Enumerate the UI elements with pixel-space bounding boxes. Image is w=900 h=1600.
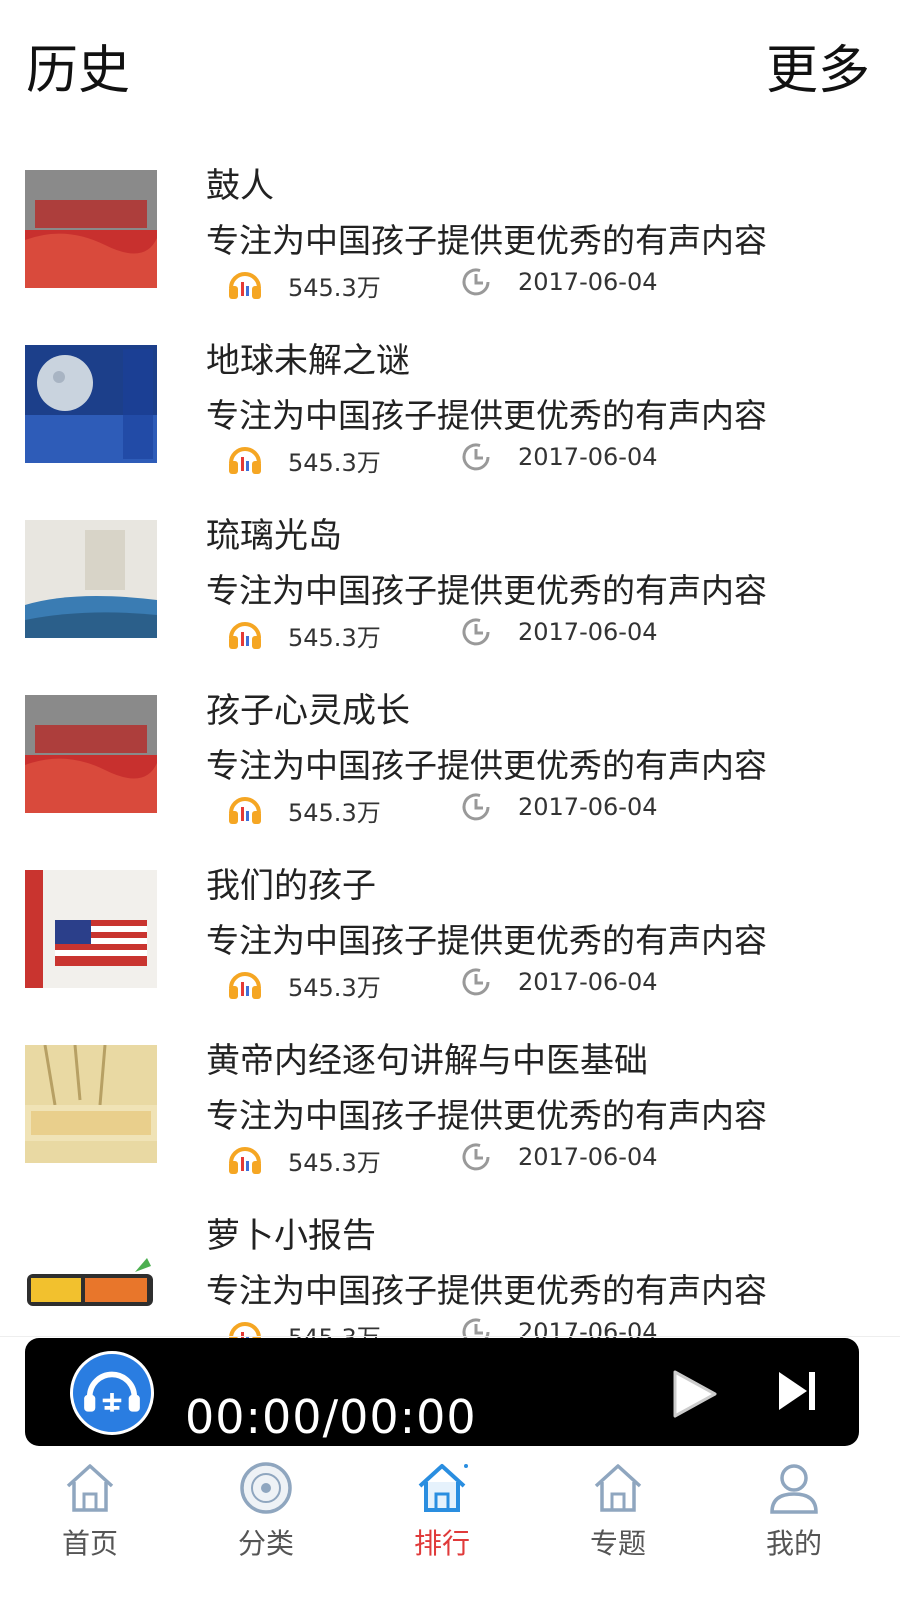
user-icon	[770, 1464, 818, 1514]
item-meta: 545.3万 2017-06-04	[226, 264, 786, 304]
headphones-icon	[229, 1147, 261, 1174]
headphones-book-icon	[84, 1371, 140, 1412]
play-count: 545.3万	[288, 449, 381, 477]
headphones-icon	[229, 272, 261, 299]
item-title: 孩子心灵成长	[206, 691, 410, 731]
item-title: 琉璃光岛	[206, 516, 342, 556]
header: 历史 更多	[0, 0, 900, 120]
more-button[interactable]: 更多	[766, 28, 870, 103]
play-count: 545.3万	[288, 974, 381, 1002]
headphones-icon	[229, 797, 261, 824]
bottom-tab-bar: 首页 分类 排行 专题 我的	[0, 1450, 900, 1600]
home-icon	[594, 1464, 642, 1512]
next-track-button[interactable]	[773, 1368, 819, 1414]
clock-icon	[462, 443, 490, 471]
list-item[interactable]: 地球未解之谜 专注为中国孩子提供更优秀的有声内容 545.3万 2017-06-…	[0, 325, 900, 500]
tab-home[interactable]: 首页	[0, 1450, 180, 1600]
tab-ranking[interactable]: 排行	[352, 1450, 532, 1600]
cover-image	[25, 345, 157, 463]
play-count: 545.3万	[288, 799, 381, 827]
list-item[interactable]: 我们的孩子 专注为中国孩子提供更优秀的有声内容 545.3万 2017-06-0…	[0, 850, 900, 1025]
divider	[0, 1336, 900, 1337]
item-title: 萝卜小报告	[206, 1216, 376, 1256]
clock-icon	[462, 1143, 490, 1171]
cover-image	[25, 1045, 157, 1163]
cover-image	[25, 520, 157, 638]
disc-icon	[240, 1462, 292, 1514]
headphones-icon	[229, 447, 261, 474]
tab-topics[interactable]: 专题	[528, 1450, 708, 1600]
play-count: 545.3万	[288, 1149, 381, 1177]
page-title: 历史	[26, 41, 131, 101]
mini-player[interactable]: 00:00/00:00	[25, 1338, 859, 1446]
item-description: 专注为中国孩子提供更优秀的有声内容	[206, 221, 767, 260]
publish-date: 2017-06-04	[518, 1143, 658, 1171]
play-button[interactable]	[665, 1366, 721, 1422]
home-icon	[66, 1464, 114, 1512]
tab-label: 我的	[765, 1527, 822, 1560]
clock-icon	[462, 968, 490, 996]
item-description: 专注为中国孩子提供更优秀的有声内容	[206, 1271, 767, 1310]
publish-date: 2017-06-04	[518, 618, 658, 646]
publish-date: 2017-06-04	[518, 968, 658, 996]
album-art[interactable]	[70, 1351, 154, 1435]
history-list[interactable]: 鼓人 专注为中国孩子提供更优秀的有声内容 545.3万 2017-06-04 地…	[0, 150, 900, 1365]
item-meta: 545.3万 2017-06-04	[226, 964, 786, 1004]
tab-label: 首页	[61, 1527, 118, 1560]
item-description: 专注为中国孩子提供更优秀的有声内容	[206, 1096, 767, 1135]
item-description: 专注为中国孩子提供更优秀的有声内容	[206, 396, 767, 435]
cover-image	[25, 870, 157, 988]
list-item[interactable]: 孩子心灵成长 专注为中国孩子提供更优秀的有声内容 545.3万 2017-06-…	[0, 675, 900, 850]
publish-date: 2017-06-04	[518, 443, 658, 471]
clock-icon	[462, 793, 490, 821]
list-item[interactable]: 黄帝内经逐句讲解与中医基础 专注为中国孩子提供更优秀的有声内容 545.3万 2…	[0, 1025, 900, 1200]
home-icon	[418, 1464, 468, 1512]
clock-icon	[462, 268, 490, 296]
tab-profile[interactable]: 我的	[704, 1450, 884, 1600]
play-count: 545.3万	[288, 624, 381, 652]
playback-time: 00:00/00:00	[185, 1390, 477, 1444]
cover-image	[25, 695, 157, 813]
cover-image	[25, 1220, 157, 1338]
tab-category[interactable]: 分类	[176, 1450, 356, 1600]
cover-image	[25, 170, 157, 288]
play-count: 545.3万	[288, 274, 381, 302]
headphones-icon	[229, 972, 261, 999]
item-meta: 545.3万 2017-06-04	[226, 614, 786, 654]
tab-label: 专题	[589, 1527, 646, 1560]
publish-date: 2017-06-04	[518, 793, 658, 821]
item-meta: 545.3万 2017-06-04	[226, 439, 786, 479]
item-description: 专注为中国孩子提供更优秀的有声内容	[206, 746, 767, 785]
item-meta: 545.3万 2017-06-04	[226, 1139, 786, 1179]
headphones-icon	[229, 622, 261, 649]
item-description: 专注为中国孩子提供更优秀的有声内容	[206, 921, 767, 960]
list-item[interactable]: 琉璃光岛 专注为中国孩子提供更优秀的有声内容 545.3万 2017-06-04	[0, 500, 900, 675]
item-title: 黄帝内经逐句讲解与中医基础	[206, 1041, 648, 1081]
tab-label: 排行	[413, 1527, 470, 1560]
clock-icon	[462, 618, 490, 646]
item-title: 地球未解之谜	[206, 341, 410, 381]
item-title: 我们的孩子	[206, 866, 376, 906]
publish-date: 2017-06-04	[518, 268, 658, 296]
item-description: 专注为中国孩子提供更优秀的有声内容	[206, 571, 767, 610]
item-title: 鼓人	[206, 166, 274, 206]
list-item[interactable]: 鼓人 专注为中国孩子提供更优秀的有声内容 545.3万 2017-06-04	[0, 150, 900, 325]
tab-label: 分类	[237, 1527, 294, 1560]
item-meta: 545.3万 2017-06-04	[226, 789, 786, 829]
